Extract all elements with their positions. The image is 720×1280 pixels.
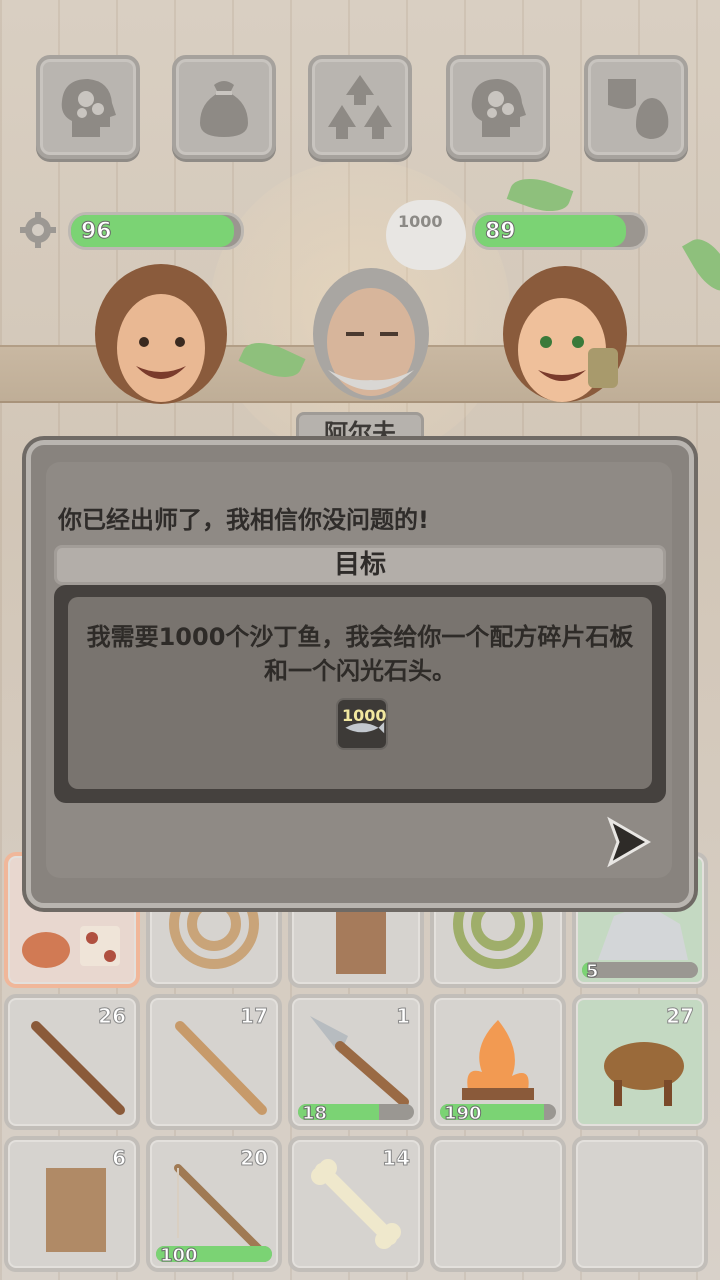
spear-slot[interactable]: 1 18 <box>288 994 424 1130</box>
goal-item-count: 1000 <box>342 706 387 725</box>
settings-gear-icon[interactable] <box>20 212 56 248</box>
fishing-rod-durability: 100 <box>160 1245 199 1267</box>
stick-slot[interactable]: 17 <box>146 994 282 1130</box>
stone-durability: 5 <box>586 961 599 983</box>
dialog-message: 你已经出师了，我相信你没问题的! <box>58 506 429 534</box>
sack-icon <box>200 81 248 137</box>
bone-count: 14 <box>382 1146 411 1171</box>
fist-sack-icon <box>608 79 669 139</box>
ideas-button[interactable] <box>446 55 550 159</box>
stone-durability-bar <box>582 962 698 978</box>
companion-face-icon <box>503 266 627 402</box>
goal-box <box>54 585 666 803</box>
thought-count: 1000 <box>398 212 443 231</box>
next-arrow-button[interactable] <box>604 816 654 868</box>
skills-button[interactable] <box>36 55 140 159</box>
player-face-icon <box>95 264 227 404</box>
wood-door-slot[interactable]: 6 <box>4 1136 140 1272</box>
stick-count: 17 <box>240 1004 269 1029</box>
bag-button[interactable] <box>172 55 276 159</box>
hunger-value: 89 <box>485 219 517 245</box>
spear-count: 1 <box>396 1004 411 1029</box>
bison-count: 27 <box>666 1004 695 1029</box>
goal-text: 我需要1000个沙丁鱼，我会给你一个配方碎片石板和一个闪光石头。 <box>86 623 634 685</box>
empty-slot[interactable] <box>572 1136 708 1272</box>
head-gears-icon <box>471 79 526 137</box>
huts-icon <box>328 75 392 139</box>
trade-button[interactable] <box>584 55 688 159</box>
head-gears-icon <box>61 79 116 137</box>
empty-slot[interactable] <box>430 1136 566 1272</box>
fishing-rod-slot[interactable]: 20 100 <box>146 1136 282 1272</box>
health-bar: 96 <box>68 212 244 250</box>
branch-slot[interactable]: 26 <box>4 994 140 1130</box>
village-button[interactable] <box>308 55 412 159</box>
fishing-rod-count: 20 <box>240 1146 269 1171</box>
campfire-durability: 190 <box>444 1103 483 1125</box>
bone-slot[interactable]: 14 <box>288 1136 424 1272</box>
thought-bubble <box>386 200 466 270</box>
spear-durability: 18 <box>301 1103 328 1125</box>
wood-door-count: 6 <box>112 1146 127 1171</box>
goal-title: 目标 <box>54 545 666 585</box>
campfire-slot[interactable]: 190 <box>430 994 566 1130</box>
elder-npc-face-icon[interactable] <box>296 262 446 412</box>
hunger-bar: 89 <box>472 212 648 250</box>
bison-slot[interactable]: 27 <box>572 994 708 1130</box>
health-value: 96 <box>81 219 113 245</box>
branch-count: 26 <box>98 1004 127 1029</box>
campfire-icon <box>462 1020 534 1100</box>
